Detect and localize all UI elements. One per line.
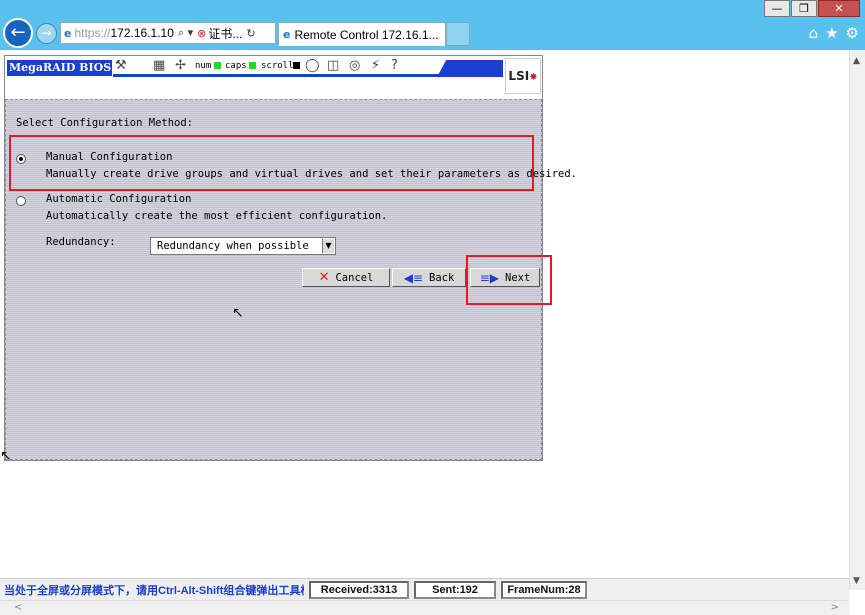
next-button[interactable]: ≡▶ Next <box>470 268 540 287</box>
cert-error-label[interactable]: 证书... <box>208 25 242 42</box>
redundancy-value: Redundancy when possible <box>157 240 309 252</box>
auto-config-label[interactable]: Automatic Configuration <box>46 193 191 205</box>
host-cursor-icon: ↖ <box>0 448 12 464</box>
address-bar[interactable]: e https:// 172.16.1.10 ⌕ ▾ ⊗ 证书... ↻ <box>60 22 276 44</box>
forward-arrow-icon[interactable]: → <box>36 23 57 44</box>
cancel-button[interactable]: ✕ Cancel <box>302 268 390 287</box>
settings-gear-icon[interactable]: ⚙ <box>846 24 859 42</box>
kvm-toolbar: MegaRAID BIOS Co ⚒ ▦ ✢ num caps scroll ◯… <box>5 56 542 96</box>
caps-lock-indicator <box>249 62 256 69</box>
remote-screen[interactable]: Select Configuration Method: Manual Conf… <box>5 99 577 460</box>
lsi-logo: LSI✸ <box>505 58 541 94</box>
manual-config-radio[interactable] <box>16 154 26 164</box>
cd-icon[interactable]: ◎ <box>349 58 360 73</box>
mouse-cursor-icon: ↖ <box>232 305 244 321</box>
minimize-button[interactable]: — <box>764 0 790 17</box>
disk-icon[interactable]: ◫ <box>327 58 339 73</box>
config-method-heading: Select Configuration Method: <box>16 117 194 129</box>
num-lock-indicator <box>214 62 221 69</box>
manual-config-desc: Manually create drive groups and virtual… <box>46 168 578 180</box>
browser-chrome: — ❐ ✕ ← → e https:// 172.16.1.10 ⌕ ▾ ⊗ 证… <box>0 0 865 50</box>
close-button[interactable]: ✕ <box>818 0 860 17</box>
cancel-x-icon: ✕ <box>318 270 330 285</box>
browser-toolbar-icons: ⌂ ★ ⚙ <box>809 24 859 42</box>
kvm-viewer: MegaRAID BIOS Co ⚒ ▦ ✢ num caps scroll ◯… <box>4 55 577 461</box>
ie-tab-icon: e <box>283 28 291 41</box>
help-icon[interactable]: ? <box>391 58 398 73</box>
favorites-star-icon[interactable]: ★ <box>825 24 838 42</box>
scroll-down-icon[interactable]: ▼ <box>853 576 860 586</box>
redundancy-select[interactable]: Redundancy when possible ▼ <box>150 237 336 255</box>
next-arrow-icon: ≡▶ <box>479 270 499 285</box>
address-host: 172.16.1.10 <box>110 26 174 40</box>
wrench-icon[interactable]: ⚒ <box>115 58 127 73</box>
scroll-right-icon[interactable]: > <box>831 602 839 613</box>
kvm-title: MegaRAID BIOS Co <box>7 60 112 76</box>
manual-config-label[interactable]: Manual Configuration <box>46 151 172 163</box>
num-lock-label: num <box>195 61 212 71</box>
home-icon[interactable]: ⌂ <box>809 24 819 42</box>
frame-counter: FrameNum:28 <box>501 580 587 599</box>
new-tab-button[interactable] <box>446 22 470 46</box>
cert-error-icon[interactable]: ⊗ <box>197 27 206 40</box>
window-controls: — ❐ ✕ <box>763 0 860 17</box>
vertical-scrollbar[interactable]: ▲ ▼ <box>849 50 865 590</box>
address-scheme: https:// <box>74 26 111 40</box>
power-icon[interactable]: ⚡ <box>371 58 380 73</box>
status-bar: 当处于全屏或分屏模式下，请用Ctrl-Alt-Shift组合键弹出工具栏 Rec… <box>0 578 849 600</box>
sent-counter: Sent:192 <box>414 580 496 599</box>
scroll-lock-indicator <box>293 62 300 69</box>
auto-config-desc: Automatically create the most efficient … <box>46 210 388 222</box>
cancel-button-label: Cancel <box>335 271 374 284</box>
fullscreen-hint: 当处于全屏或分屏模式下，请用Ctrl-Alt-Shift组合键弹出工具栏 <box>4 584 304 597</box>
manual-highlight-box <box>9 135 534 191</box>
tab-remote-control[interactable]: e Remote Control 172.16.1... <box>278 22 446 46</box>
ie-page-icon: e <box>64 26 72 40</box>
restore-button[interactable]: ❐ <box>791 0 817 17</box>
tab-title: Remote Control 172.16.1... <box>294 27 439 42</box>
scroll-left-icon[interactable]: < <box>14 602 22 613</box>
next-button-label: Next <box>505 271 531 284</box>
back-button[interactable]: ◀≡ Back <box>392 268 466 287</box>
caps-lock-label: caps <box>225 61 247 71</box>
auto-config-radio[interactable] <box>16 196 26 206</box>
refresh-icon[interactable]: ↻ <box>246 27 255 40</box>
lsi-logo-text: LSI <box>508 69 530 83</box>
scroll-up-icon[interactable]: ▲ <box>853 56 860 66</box>
move-arrows-icon[interactable]: ✢ <box>175 58 186 73</box>
keyboard-layout-icon[interactable]: ▦ <box>153 58 165 73</box>
search-dropdown-icon[interactable]: ⌕ ▾ <box>178 26 193 40</box>
title-wedge <box>437 60 503 77</box>
scroll-lock-label: scroll <box>261 61 294 71</box>
horizontal-scrollbar[interactable]: < > <box>0 600 849 615</box>
back-arrow-icon-blue: ◀≡ <box>403 270 423 285</box>
back-button-label: Back <box>429 271 455 284</box>
redundancy-label: Redundancy: <box>46 236 116 248</box>
received-counter: Received:3313 <box>309 580 409 599</box>
drive-icon[interactable]: ◯ <box>305 58 320 73</box>
back-arrow-icon[interactable]: ← <box>3 18 33 48</box>
chevron-down-icon[interactable]: ▼ <box>322 239 334 253</box>
